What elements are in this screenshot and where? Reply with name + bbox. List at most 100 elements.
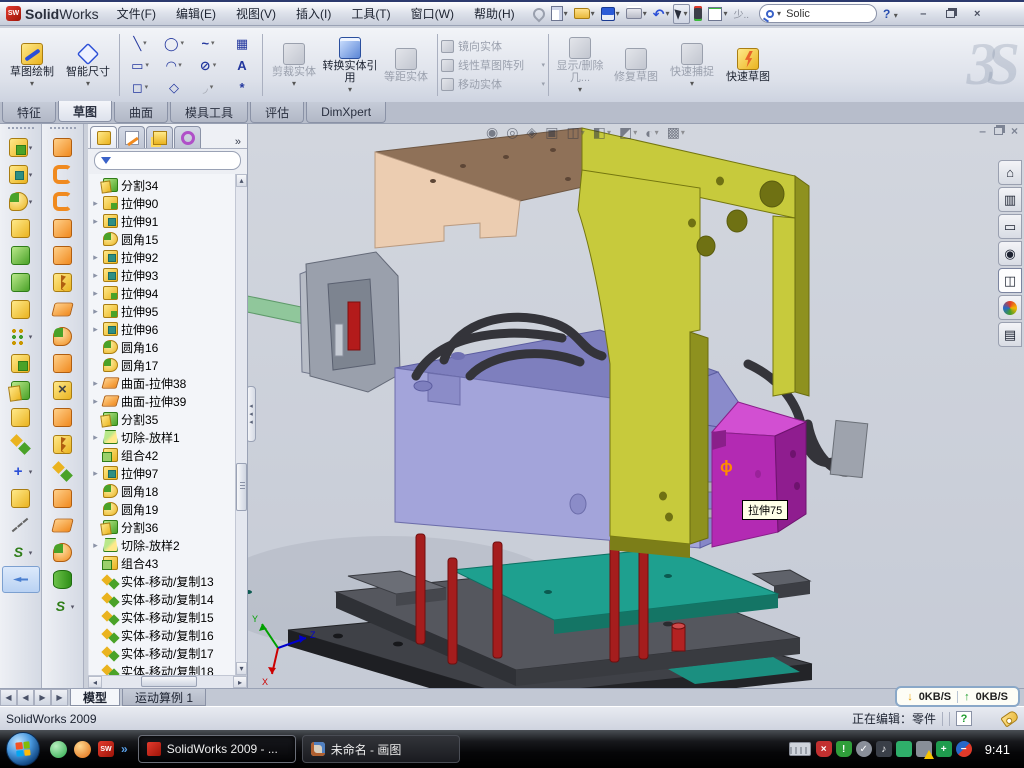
doc-restore-button[interactable] <box>994 124 1003 138</box>
expand-arrow-icon[interactable]: ▸ <box>91 198 100 209</box>
part-hose-fitting[interactable] <box>830 420 867 477</box>
tab-configurationmanager[interactable] <box>146 126 173 148</box>
feature-tree-item[interactable]: ▸ 实体-移动/复制16 <box>89 626 235 644</box>
toolbar-button[interactable]: ▾ <box>2 566 40 593</box>
toolbar-button[interactable]: ▾ <box>2 458 40 485</box>
tab-featuremanager[interactable] <box>90 126 117 148</box>
toolbar-overflow[interactable]: 少.. <box>731 6 751 21</box>
tray-icon[interactable]: × <box>816 741 832 757</box>
task-pane-tab[interactable]: ▭ <box>998 214 1022 239</box>
toolbar-button[interactable]: ▾ <box>44 323 82 350</box>
toolbar-button[interactable]: ▾ <box>44 404 82 431</box>
scroll-down-icon[interactable]: ▾ <box>236 662 247 675</box>
sketch-entity-button[interactable]: ◞▾ <box>191 76 225 98</box>
expand-arrow-icon[interactable]: ▸ <box>91 324 100 335</box>
cm-tab[interactable]: 评估 <box>250 102 304 123</box>
sketch-entity-button[interactable]: ◠▾ <box>157 54 191 76</box>
restore-button[interactable] <box>939 5 962 22</box>
feature-tree-item[interactable]: ▸ 组合43 <box>89 554 235 572</box>
menu-item[interactable]: 窗口(W) <box>401 2 464 25</box>
expand-arrow-icon[interactable]: ▸ <box>91 288 100 299</box>
headsup-icon[interactable]: ▩▾ <box>667 124 685 141</box>
headsup-icon[interactable]: ◫▾ <box>566 124 584 141</box>
search-input[interactable] <box>784 7 844 21</box>
menu-item[interactable]: 插入(I) <box>286 2 341 25</box>
task-pane-tab[interactable]: ▥ <box>998 187 1022 212</box>
toolbar-button[interactable]: ▾ <box>2 269 40 296</box>
select-button[interactable]: ▾ <box>673 4 690 24</box>
cm-list-button[interactable]: 线性草图阵列 ▾ <box>441 57 545 73</box>
feature-tree-item[interactable]: ▸ 圆角16 <box>89 338 235 356</box>
toolbar-button[interactable]: ▾ <box>44 161 82 188</box>
scroll-left-icon[interactable]: ◂ <box>88 676 102 688</box>
graphics-viewport[interactable]: ϕ Y Z X ◉▾ ◎▾ <box>248 124 1024 688</box>
tray-icon[interactable] <box>896 741 912 757</box>
start-button[interactable] <box>6 732 40 766</box>
menu-item[interactable]: 编辑(E) <box>166 2 226 25</box>
toolbar-button[interactable]: ▾ <box>44 512 82 539</box>
cm-tab[interactable]: 曲面 <box>114 102 168 123</box>
save-button[interactable]: ▾ <box>599 4 622 24</box>
cm-list-button[interactable]: 移动实体 ▾ <box>441 76 545 92</box>
messenger-icon[interactable] <box>50 741 67 758</box>
search-box[interactable]: ▾ <box>759 4 877 23</box>
feature-tree-item[interactable]: ▸ 分割35 <box>89 410 235 428</box>
feature-tree-item[interactable]: ▸ 实体-移动/复制14 <box>89 590 235 608</box>
sketch-entity-button[interactable]: A▾ <box>225 54 259 76</box>
3d-model-assembly[interactable]: ϕ Y Z X <box>248 124 1024 688</box>
new-document-button[interactable]: ▾ <box>549 4 570 24</box>
tab-propertymanager[interactable] <box>118 126 145 148</box>
tray-icon[interactable]: ! <box>836 741 852 757</box>
cm-big-button[interactable]: 快速草图 ▾ <box>720 30 776 100</box>
tray-icon[interactable]: ✓ <box>856 741 872 757</box>
sketch-entity-button[interactable]: ⊘▾ <box>191 54 225 76</box>
tag-icon[interactable] <box>1000 709 1019 727</box>
sketch-entity-button[interactable]: *▾ <box>225 76 259 98</box>
task-pane-tab[interactable]: ▤ <box>998 322 1022 347</box>
last-tab-icon[interactable]: ▶ <box>51 689 68 706</box>
toolbar-button[interactable]: ▾ <box>2 377 40 404</box>
feature-tree-item[interactable]: ▸ 曲面-拉伸39 <box>89 392 235 410</box>
tab-dimxpertmanager[interactable] <box>174 126 201 148</box>
toolbar-button[interactable]: ▾ <box>44 134 82 161</box>
toolbar-button[interactable]: ▾ <box>44 188 82 215</box>
tray-icon[interactable]: − <box>956 741 972 757</box>
menu-item[interactable]: 视图(V) <box>226 2 286 25</box>
toolbar-button[interactable]: ▾ <box>2 350 40 377</box>
cm-tab[interactable]: 特征 <box>2 102 56 123</box>
toolbar-button[interactable]: ▾ <box>2 134 40 161</box>
sketch-entity-button[interactable]: ▦▾ <box>225 32 259 54</box>
doc-close-button[interactable]: × <box>1011 124 1018 138</box>
menu-item[interactable]: 工具(T) <box>341 2 400 25</box>
task-pane-tab[interactable] <box>998 295 1022 320</box>
expand-arrow-icon[interactable]: ▸ <box>91 306 100 317</box>
feature-tree-item[interactable]: ▸ 分割36 <box>89 518 235 536</box>
feature-tree-item[interactable]: ▸ 拉伸93 <box>89 266 235 284</box>
quick-tips-button[interactable]: ? <box>956 711 972 726</box>
toolbar-button[interactable]: ▾ <box>2 539 40 566</box>
cm-big-button[interactable]: 修复草图 ▾ <box>608 30 664 100</box>
toolbar-button[interactable]: ▾ <box>44 377 82 404</box>
feature-tree-item[interactable]: ▸ 分割34 <box>89 176 235 194</box>
cm-big-button[interactable]: 等距实体 ▾ <box>378 30 434 100</box>
expand-arrow-icon[interactable]: ▸ <box>91 468 100 479</box>
headsup-icon[interactable]: ▣▾ <box>545 124 558 141</box>
feature-tree-item[interactable]: ▸ 实体-移动/复制18 <box>89 662 235 675</box>
toolbar-button[interactable]: ▾ <box>44 539 82 566</box>
headsup-icon[interactable]: ◉▾ <box>486 124 498 141</box>
feature-tree-item[interactable]: ▸ 组合42 <box>89 446 235 464</box>
expand-arrow-icon[interactable]: ▸ <box>91 216 100 227</box>
feature-tree-item[interactable]: ▸ 实体-移动/复制15 <box>89 608 235 626</box>
sketch-entity-button[interactable]: ╲▾ <box>123 32 157 54</box>
expand-arrow-icon[interactable]: ▸ <box>91 270 100 281</box>
toolbar-button[interactable]: ▾ <box>44 296 82 323</box>
toolbar-button[interactable]: ▾ <box>2 485 40 512</box>
toolbar-button[interactable]: ▾ <box>2 242 40 269</box>
doc-minimize-button[interactable]: – <box>979 124 986 138</box>
feature-tree-item[interactable]: ▸ 曲面-拉伸38 <box>89 374 235 392</box>
toolbar-button[interactable]: ▾ <box>44 431 82 458</box>
cm-big-button[interactable]: 转换实体引用 ▾ <box>322 30 378 100</box>
next-tab-icon[interactable]: ▶ <box>34 689 51 706</box>
pin-icon[interactable] <box>531 4 547 24</box>
toolbar-button[interactable]: ▾ <box>44 593 82 620</box>
